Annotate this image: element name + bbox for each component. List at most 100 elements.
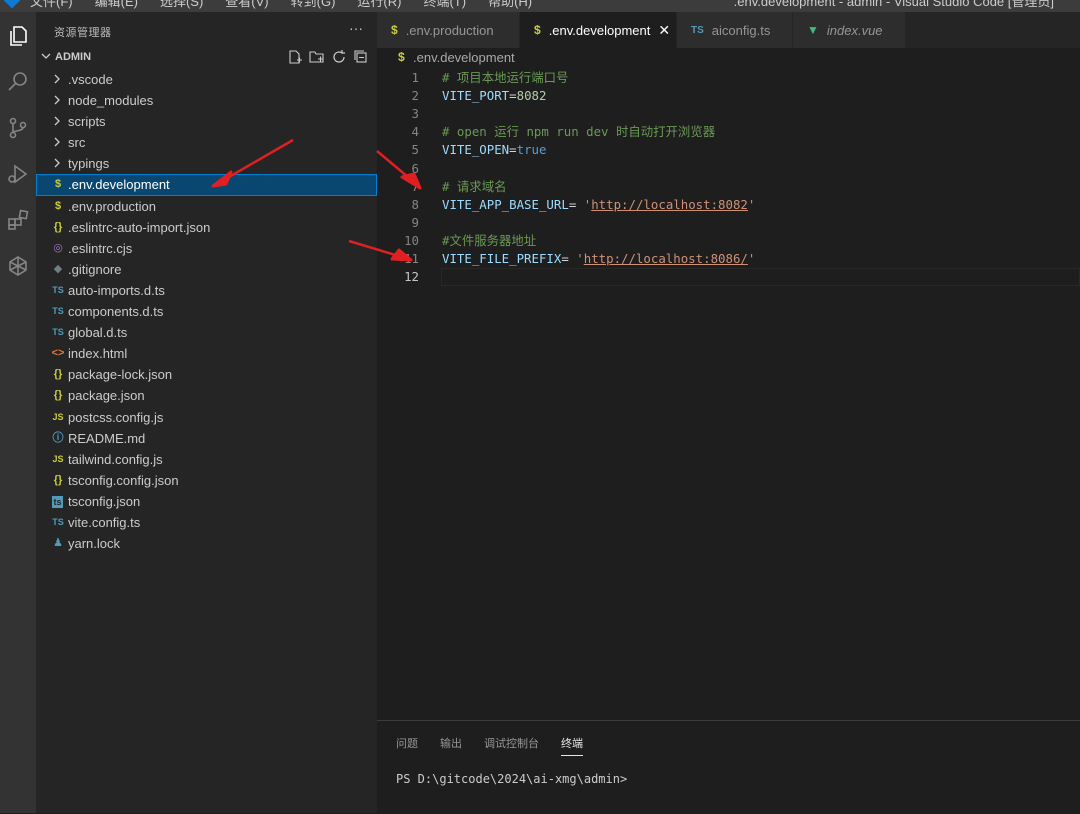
code-line[interactable]: 10 #文件服务器地址 [377,232,1080,250]
close-icon[interactable]: ✕ [658,22,670,39]
tab-output[interactable]: 输出 [440,735,462,756]
vscode-logo-icon [3,0,21,9]
code-line[interactable]: 7 # 请求域名 [377,178,1080,196]
code-boolean: true [516,142,547,158]
code-line[interactable]: 1 # 项目本地运行端口号 [377,69,1080,87]
code-line[interactable]: 5 VITE_OPEN=true [377,141,1080,159]
tab-index-vue[interactable]: ▼ index.vue [793,12,906,48]
env-file-icon: $ [54,199,62,212]
line-number: 10 [404,232,419,248]
tree-file[interactable]: JS postcss.config.js [36,407,377,428]
env-key: VITE_APP_BASE_URL [442,196,569,212]
tree-file[interactable]: $ .env.development [36,174,377,196]
tab-env-production[interactable]: $ .env.production [377,12,520,48]
ts-file-icon: TS [52,284,64,295]
tab-debug-console[interactable]: 调试控制台 [484,735,539,756]
remote-icon[interactable] [0,248,36,284]
run-debug-icon[interactable] [0,156,36,192]
breadcrumb-file[interactable]: .env.development [413,50,515,65]
code-line[interactable]: 6 [377,160,1080,178]
tree-file[interactable]: <> index.html [36,343,377,364]
tree-file[interactable]: $ .env.production [36,196,377,217]
tree-file[interactable]: {} tsconfig.config.json [36,470,377,491]
tab-label: aiconfig.ts [711,22,771,38]
code-editor[interactable]: 1 # 项目本地运行端口号 2 VITE_PORT=8082 3 4 # open 运行 n… [377,68,1080,720]
tree-folder[interactable]: src [36,132,377,153]
chevron-down-icon [41,53,51,59]
tsconfig-file-icon: ts [52,495,63,508]
tree-file[interactable]: ◆ .gitignore [36,259,377,280]
code-quote: ' [747,196,756,212]
line-number: 7 [411,178,419,194]
tree-file[interactable]: {} package-lock.json [36,364,377,385]
dollar-icon: $ [398,50,405,64]
code-line[interactable]: 3 [377,105,1080,123]
ts-file-icon: TS [52,306,64,317]
tree-file[interactable]: TS auto-imports.d.ts [36,280,377,301]
json-file-icon: {} [53,368,63,381]
tree-file[interactable]: TS global.d.ts [36,322,377,343]
menu-file[interactable]: 文件(F) [30,0,73,10]
tree-file[interactable]: JS tailwind.config.js [36,449,377,470]
dollar-icon: $ [391,23,398,37]
code-comment: # 项目本地运行端口号 [442,70,569,85]
code-line[interactable]: 9 [377,214,1080,232]
code-line[interactable]: 2 VITE_PORT=8082 [377,87,1080,105]
tree-file[interactable]: ♟ yarn.lock [36,533,377,554]
more-actions-icon[interactable]: ··· [349,20,363,36]
menu-help[interactable]: 帮助(H) [488,0,532,10]
tree-folder[interactable]: scripts [36,111,377,132]
tab-terminal[interactable]: 终端 [561,735,583,756]
menu-terminal[interactable]: 终端(T) [423,0,466,10]
code-url[interactable]: http://localhost:8086/ [584,251,748,266]
refresh-icon[interactable] [331,49,347,65]
line-number: 6 [411,160,419,176]
code-line[interactable]: 4 # open 运行 npm run dev 时自动打开浏览器 [377,123,1080,141]
tree-file[interactable]: TS components.d.ts [36,301,377,322]
code-line[interactable]: 12 [377,268,1080,286]
code-line[interactable]: 11 VITE_FILE_PREFIX= 'http://localhost:80… [377,250,1080,268]
line-code: VITE_PORT=8082 [442,87,546,105]
tree-file[interactable]: {} package.json [36,385,377,406]
tree-folder[interactable]: .vscode [36,69,377,90]
tree-item-label: .gitignore [68,261,122,277]
tab-problems[interactable]: 问题 [396,735,418,756]
menu-selection[interactable]: 选择(S) [160,0,203,10]
tab-env-development[interactable]: $ .env.development ✕ [520,12,677,48]
dollar-icon: $ [534,23,541,37]
json-file-icon: {} [53,473,63,486]
new-folder-icon[interactable] [309,49,325,65]
tree-file[interactable]: ⓘ README.md [36,428,377,449]
menu-go[interactable]: 转到(G) [291,0,336,10]
tree-file[interactable]: ◎ .eslintrc.cjs [36,238,377,259]
search-icon[interactable] [0,64,36,100]
line-number: 11 [404,251,419,266]
tree-item-label: tailwind.config.js [68,451,163,467]
tab-aiconfig[interactable]: TS aiconfig.ts [677,12,793,48]
workspace-folder-header[interactable]: ADMIN [36,48,377,68]
terminal-prompt[interactable]: PS D:\gitcode\2024\ai-xmg\admin> [396,772,627,786]
new-file-icon[interactable] [287,49,303,65]
menu-view[interactable]: 查看(V) [225,0,268,10]
code-url[interactable]: http://localhost:8082 [591,197,748,212]
source-control-icon[interactable] [0,110,36,146]
tree-file[interactable]: TS vite.config.ts [36,512,377,533]
explorer-icon[interactable] [0,18,36,54]
tree-file[interactable]: ts tsconfig.json [36,491,377,512]
breadcrumb: $ .env.development [377,48,1080,68]
json-file-icon: {} [53,389,63,402]
code-quote: ' [576,251,584,266]
code-line[interactable]: 8 VITE_APP_BASE_URL= 'http://localhost:80… [377,196,1080,214]
tree-folder[interactable]: typings [36,153,377,174]
line-code: #文件服务器地址 [442,232,536,250]
env-key: VITE_PORT [442,88,510,104]
explorer-sidebar: 资源管理器 ··· ADMIN .vscode node_modules scrip… [36,12,377,813]
extensions-icon[interactable] [0,202,36,238]
collapse-icon[interactable] [353,49,369,65]
tree-folder[interactable]: node_modules [36,90,377,111]
tree-item-label: tsconfig.json [68,493,141,509]
tree-file[interactable]: {} .eslintrc-auto-import.json [36,217,377,238]
menu-run[interactable]: 运行(R) [357,0,401,10]
menu-edit[interactable]: 编辑(E) [95,0,138,10]
chevron-right-icon [54,95,60,105]
